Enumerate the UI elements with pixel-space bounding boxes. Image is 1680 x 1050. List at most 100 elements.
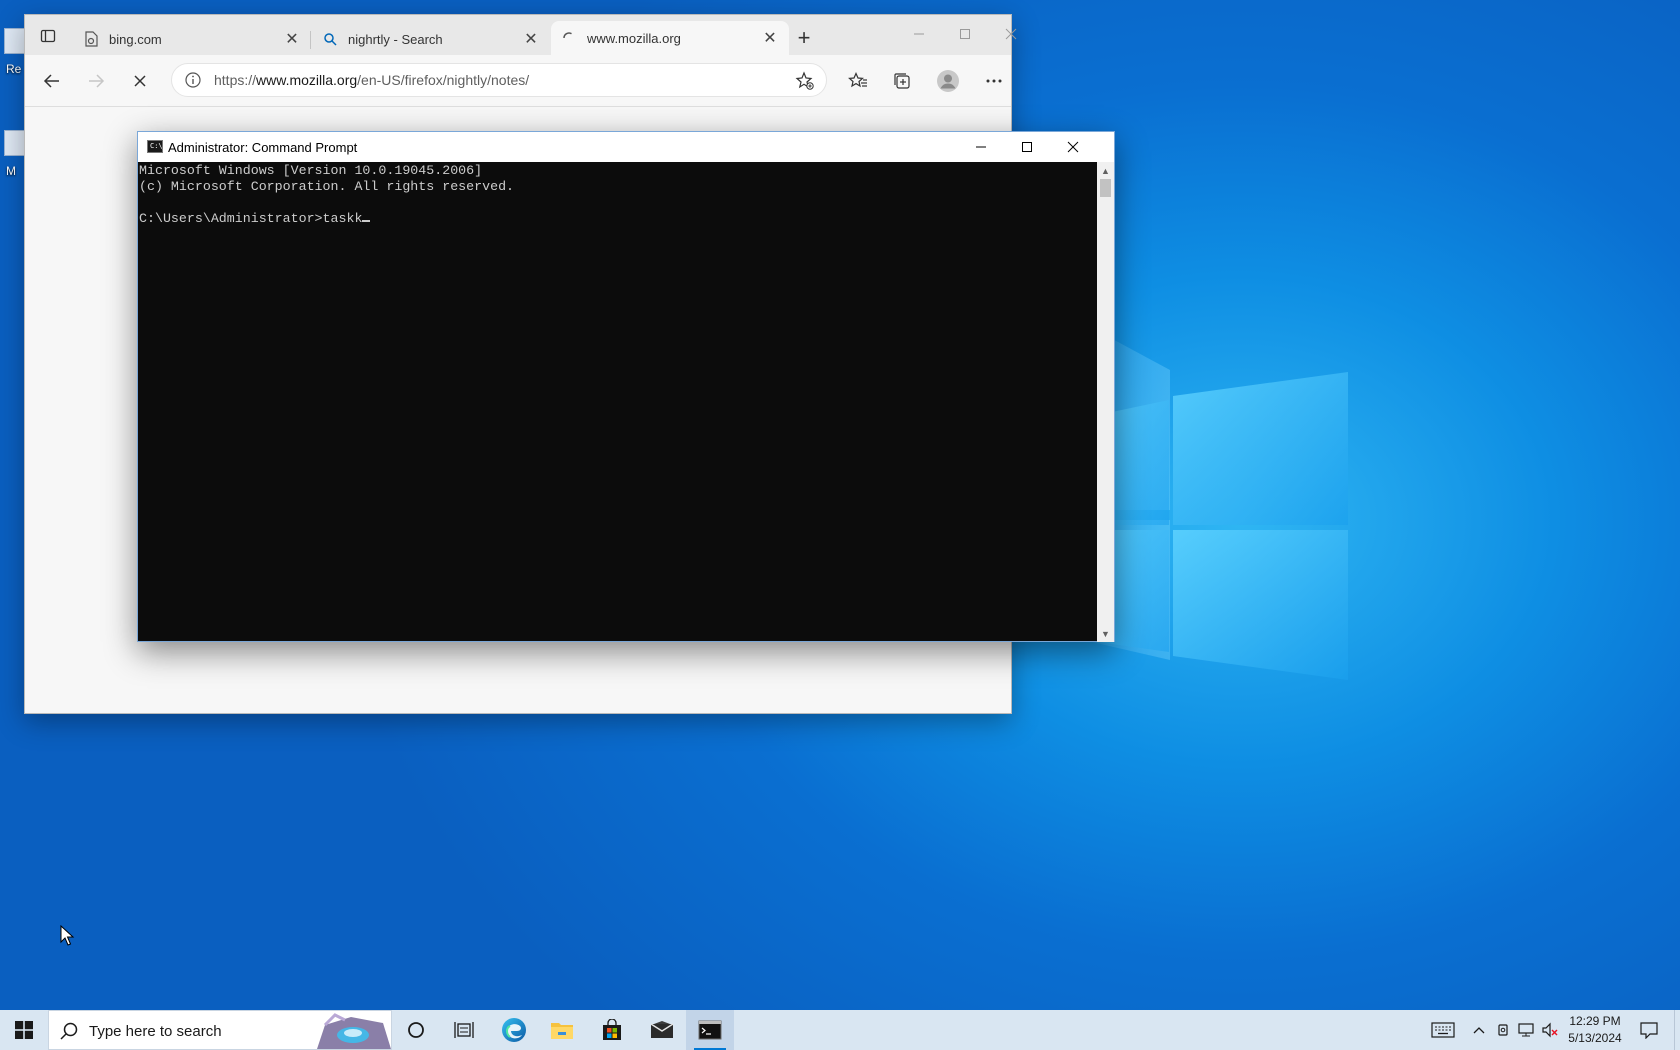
file-explorer-icon — [551, 1023, 573, 1039]
tab-close-button[interactable]: ✕ — [761, 29, 779, 47]
cmd-maximize-button[interactable] — [1004, 132, 1050, 162]
browser-close-button[interactable] — [989, 21, 1033, 47]
taskbar: Type here to search 12:29 PM 5/13/2024 — [0, 1010, 1680, 1050]
browser-minimize-button[interactable] — [897, 21, 941, 47]
settings-more-button[interactable] — [979, 66, 1009, 96]
cmd-minimize-button[interactable] — [958, 132, 1004, 162]
console-line: Microsoft Windows [Version 10.0.19045.20… — [139, 163, 483, 178]
forward-arrow-icon — [89, 74, 105, 88]
recycle-bin-icon — [4, 28, 26, 54]
profile-button[interactable] — [933, 66, 963, 96]
tab-divider — [310, 31, 311, 49]
tab-search[interactable]: nighrtly - Search ✕ — [312, 23, 550, 55]
taskbar-search-box[interactable]: Type here to search — [48, 1010, 392, 1050]
task-view-icon — [454, 1022, 474, 1038]
scroll-down-arrow-icon[interactable]: ▼ — [1097, 625, 1114, 642]
stop-loading-button[interactable] — [125, 66, 155, 96]
taskbar-command-prompt-button[interactable] — [686, 1010, 734, 1050]
console-prompt-line: C:\Users\Administrator>taskk — [139, 211, 1099, 227]
avatar-icon — [937, 70, 959, 92]
console-input[interactable]: C:\Users\Administrator>taskk — [139, 211, 362, 226]
task-view-button[interactable] — [440, 1010, 488, 1050]
collections-button[interactable] — [887, 66, 917, 96]
tab-close-button[interactable]: ✕ — [283, 30, 301, 48]
close-icon — [1005, 28, 1017, 40]
device-tray-button[interactable] — [1492, 1010, 1514, 1050]
new-tab-button[interactable]: + — [791, 25, 817, 51]
forward-button[interactable] — [81, 66, 111, 96]
keyboard-input-button[interactable] — [1428, 1010, 1458, 1050]
show-hidden-icons-button[interactable] — [1468, 1010, 1490, 1050]
volume-tray-button[interactable] — [1538, 1010, 1562, 1050]
mail-icon — [650, 1021, 674, 1038]
store-icon — [603, 1019, 621, 1040]
command-prompt-icon: C:\_ — [147, 140, 167, 153]
tab-actions-icon — [40, 29, 56, 43]
command-prompt-window: C:\_ Administrator: Command Prompt Micro… — [137, 131, 1115, 642]
loading-spinner-icon — [561, 30, 577, 46]
tab-title: nighrtly - Search — [348, 31, 443, 47]
device-icon — [1498, 1024, 1508, 1036]
browser-maximize-button[interactable] — [943, 21, 987, 47]
cmd-close-button[interactable] — [1050, 132, 1096, 162]
maximize-icon — [1022, 142, 1032, 152]
scroll-up-arrow-icon[interactable]: ▲ — [1097, 162, 1114, 179]
windows-start-icon — [15, 1021, 33, 1039]
text-cursor — [362, 220, 371, 222]
search-icon — [322, 31, 338, 47]
site-info-icon[interactable] — [184, 71, 202, 89]
command-prompt-icon — [698, 1020, 722, 1040]
desktop: Re M bing.com ✕ nighrtly - Search ✕ www.… — [0, 0, 1680, 1010]
back-arrow-icon — [43, 74, 59, 88]
tab-close-button[interactable]: ✕ — [522, 30, 540, 48]
shortcut-icon — [4, 130, 26, 156]
taskbar-store-button[interactable] — [588, 1010, 636, 1050]
desktop-icon-recycle-bin[interactable]: Re — [0, 28, 26, 88]
address-bar[interactable]: https://www.mozilla.org/en-US/firefox/ni… — [171, 63, 827, 97]
cmd-title-bar[interactable]: C:\_ Administrator: Command Prompt — [138, 132, 1114, 162]
tab-actions-button[interactable] — [37, 25, 59, 47]
action-center-button[interactable] — [1632, 1010, 1666, 1050]
taskbar-file-explorer-button[interactable] — [538, 1010, 586, 1050]
desktop-icon-label: M — [6, 164, 16, 178]
taskbar-mail-button[interactable] — [638, 1010, 686, 1050]
back-button[interactable] — [37, 66, 67, 96]
url-text: https://www.mozilla.org/en-US/firefox/ni… — [214, 72, 529, 88]
minimize-icon — [914, 33, 924, 35]
scrollbar-thumb[interactable] — [1100, 179, 1111, 197]
cortana-button[interactable] — [392, 1010, 440, 1050]
windows-wallpaper-logo — [1040, 300, 1348, 680]
clock-time: 12:29 PM — [1569, 1014, 1621, 1028]
network-icon — [1518, 1023, 1534, 1037]
tab-title: bing.com — [109, 31, 162, 47]
star-add-icon — [795, 71, 814, 90]
more-dots-icon — [986, 79, 1002, 83]
edge-icon — [502, 1018, 526, 1042]
start-button[interactable] — [0, 1010, 48, 1050]
notification-icon — [1640, 1022, 1658, 1039]
keyboard-icon — [1431, 1022, 1455, 1038]
cmd-scrollbar[interactable]: ▲ ▼ — [1097, 162, 1114, 642]
show-desktop-button[interactable] — [1674, 1010, 1680, 1050]
favorites-button[interactable] — [843, 66, 873, 96]
cortana-icon — [408, 1022, 424, 1038]
favorites-icon — [848, 72, 867, 88]
stop-icon — [134, 75, 146, 87]
search-placeholder: Type here to search — [89, 1023, 222, 1040]
tab-mozilla[interactable]: www.mozilla.org ✕ — [551, 21, 789, 55]
mouse-pointer-icon — [60, 925, 75, 946]
tab-title: www.mozilla.org — [587, 30, 681, 46]
console-line: (c) Microsoft Corporation. All rights re… — [139, 179, 515, 194]
add-favorite-button[interactable] — [794, 70, 816, 92]
network-tray-button[interactable] — [1514, 1010, 1538, 1050]
desktop-icon-label: Re — [6, 62, 22, 76]
minimize-icon — [976, 146, 986, 148]
console-output[interactable]: Microsoft Windows [Version 10.0.19045.20… — [138, 162, 1099, 642]
desktop-icon-edge[interactable]: M — [0, 130, 26, 190]
browser-toolbar: https://www.mozilla.org/en-US/firefox/ni… — [25, 55, 1011, 107]
close-icon — [1067, 141, 1079, 153]
tab-bing[interactable]: bing.com ✕ — [73, 23, 311, 55]
taskbar-clock[interactable]: 12:29 PM 5/13/2024 — [1560, 1013, 1630, 1047]
taskbar-edge-button[interactable] — [490, 1010, 538, 1050]
